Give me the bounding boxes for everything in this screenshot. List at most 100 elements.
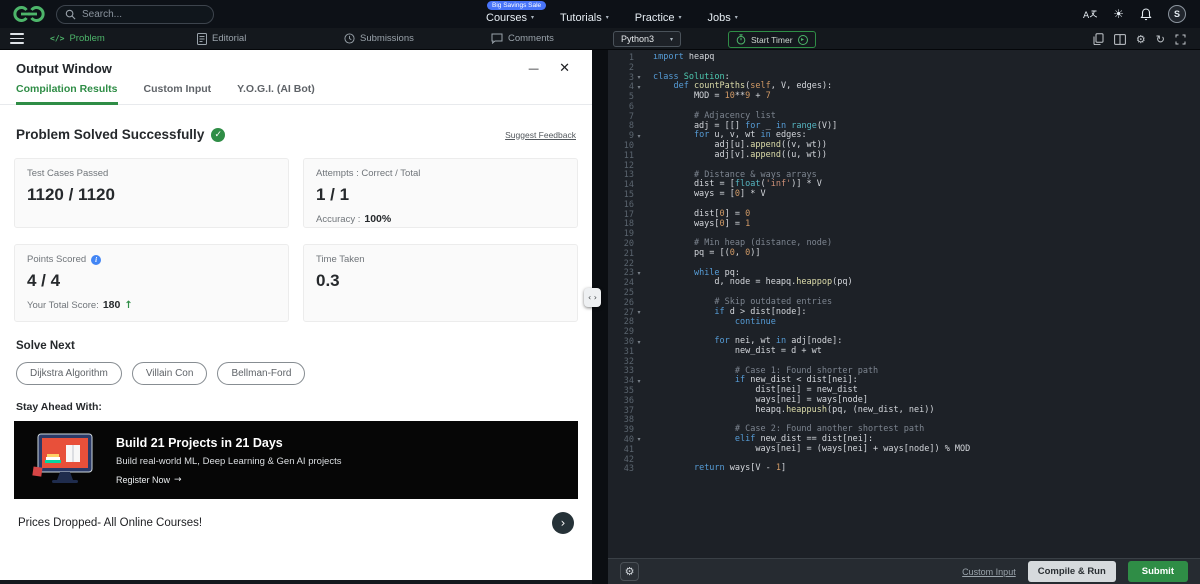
output-tabs: Compilation Results Custom Input Y.O.G.I… [0,83,592,105]
test-cases-value: 1120 / 1120 [27,185,115,204]
info-icon[interactable]: i [91,254,102,265]
attempts-label: Attempts : Correct / Total [316,168,421,179]
tab-custom-input[interactable]: Custom Input [144,83,212,105]
banner-next-button[interactable]: › [552,512,574,534]
nav-item-label: Courses [486,11,527,24]
code-line[interactable]: new_dist = d + wt [653,346,1200,357]
nav-item-courses[interactable]: Big Savings Sale Courses ▾ [486,0,547,24]
fold-icon[interactable]: ▾ [634,133,644,140]
code-line[interactable]: ways = [0] * V [653,189,1200,200]
line-number: 13 [623,170,634,181]
solve-next-heading: Solve Next [16,340,75,352]
line-number: 27 [623,307,634,318]
tab-submissions[interactable]: Submissions [344,33,491,45]
fold-icon[interactable]: ▾ [634,74,644,81]
editor-actions: ⚙ ↻ [1093,28,1186,50]
nav-item-tutorials[interactable]: Tutorials ▾ [560,5,609,24]
fullscreen-icon[interactable] [1175,34,1186,45]
start-timer-button[interactable]: Start Timer ▸ [728,31,816,48]
compile-run-button[interactable]: Compile & Run [1027,561,1116,582]
chevron-down-icon: ▾ [678,14,682,21]
line-number: 25 [623,288,634,299]
code-line[interactable]: ways[0] = 1 [653,219,1200,230]
editor-settings-gear-icon[interactable]: ⚙ [620,562,639,581]
line-number: 12 [623,160,634,171]
split-view-icon[interactable] [1114,33,1126,45]
line-number: 18 [623,219,634,230]
fold-icon[interactable]: ▾ [634,84,644,91]
code-editor[interactable]: 1 2 3 ▾ 4 ▾ 5 6 7 8 9 ▾ 10 11 12 13 14 15 16 17 18 19 20 21 22 23… [608,50,1200,558]
copy-icon[interactable] [1093,33,1104,45]
tab-compilation-results[interactable]: Compilation Results [16,83,118,105]
fold-icon[interactable]: ▾ [634,270,644,277]
nav-item-jobs[interactable]: Jobs ▾ [708,5,738,24]
nav-item-practice[interactable]: Practice ▾ [635,5,682,24]
attempts-value: 1 / 1 [316,185,350,204]
svg-text:A: A [1083,11,1090,20]
sale-badge: Big Savings Sale [487,0,547,10]
code-editor-pane: 1 2 3 ▾ 4 ▾ 5 6 7 8 9 ▾ 10 11 12 13 14 15 16 17 18 19 20 21 22 23… [608,50,1200,584]
fold-icon[interactable]: ▾ [634,436,644,443]
line-number: 16 [623,199,634,210]
close-icon[interactable]: ✕ [559,61,570,76]
settings-gear-icon[interactable]: ⚙ [1136,33,1146,46]
translate-icon[interactable]: A [1083,8,1098,20]
code-line[interactable]: MOD = 10**9 + 7 [653,91,1200,102]
minimize-icon[interactable]: — [528,62,539,75]
code-line[interactable] [653,63,1200,73]
tab-yogi-ai-bot[interactable]: Y.O.G.I. (AI Bot) [237,83,315,105]
chip-bellman-ford[interactable]: Bellman-Ford [217,362,306,385]
nav-right-actions: A ☀ S [1083,5,1188,23]
drag-handle[interactable]: ‹ › [584,288,601,307]
accuracy-value: 100% [364,213,392,225]
code-line[interactable]: continue [653,317,1200,328]
code-icon: </> [50,34,65,43]
output-window-title: Output Window [16,61,112,76]
line-number: 24 [623,278,634,289]
suggest-feedback-link[interactable]: Suggest Feedback [505,130,576,140]
fold-icon[interactable]: ▾ [634,378,644,385]
code-line[interactable]: pq = [(0, 0)] [653,248,1200,259]
hamburger-menu-icon[interactable] [0,33,34,44]
line-number: 41 [623,444,634,455]
time-taken-value: 0.3 [316,271,340,290]
notifications-bell-icon[interactable] [1140,7,1152,21]
register-now-link[interactable]: Register Now → [116,475,341,485]
code-line[interactable]: return ways[V - 1] [653,464,1200,474]
line-number: 36 [623,395,634,406]
reset-refresh-icon[interactable]: ↻ [1156,33,1165,46]
tab-problem[interactable]: </> Problem [50,33,197,45]
search-input[interactable] [82,8,194,20]
line-number: 37 [623,405,634,416]
courses-banner-text: Prices Dropped- All Online Courses! [18,517,203,529]
line-number: 31 [623,346,634,357]
line-number: 35 [623,386,634,396]
line-number: 15 [623,190,634,201]
code-line[interactable]: import heapq [653,53,1200,63]
chip-dijkstra-algorithm[interactable]: Dijkstra Algorithm [16,362,122,385]
promo-banner[interactable]: Build 21 Projects in 21 Days Build real-… [14,421,578,499]
code-line[interactable]: ways[nei] = (ways[nei] + ways[node]) % M… [653,444,1200,455]
gfg-logo[interactable] [12,4,46,24]
line-number: 21 [623,248,634,259]
language-select[interactable]: Python3 ▾ [613,31,682,47]
editor-code[interactable]: import heapq class Solution: def countPa… [644,53,1200,558]
line-number: 11 [623,150,634,161]
fold-icon[interactable]: ▾ [634,309,644,316]
code-line[interactable]: adj[v].append((u, wt)) [653,150,1200,161]
code-line[interactable]: d, node = heapq.heappop(pq) [653,277,1200,288]
problem-toolbar: </> Problem Editorial Submissions Commen… [0,28,1200,50]
theme-toggle-sun-icon[interactable]: ☀ [1113,7,1124,21]
user-avatar[interactable]: S [1168,5,1186,23]
custom-input-link[interactable]: Custom Input [962,567,1016,577]
fold-icon[interactable]: ▾ [634,339,644,346]
tab-editorial[interactable]: Editorial [197,32,344,45]
courses-banner: Prices Dropped- All Online Courses! › [18,512,574,534]
submit-button[interactable]: Submit [1127,561,1188,582]
time-taken-card: Time Taken 0.3 [303,244,578,322]
line-number: 32 [623,356,634,367]
output-window: Output Window — ✕ Compilation Results Cu… [0,50,592,584]
code-line[interactable]: heapq.heappush(pq, (new_dist, nei)) [653,405,1200,416]
chip-villain-con[interactable]: Villain Con [131,362,208,385]
line-number: 2 [628,62,634,73]
